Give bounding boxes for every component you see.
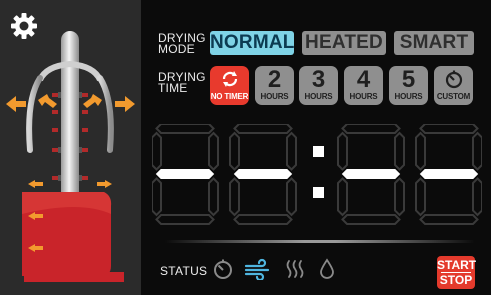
dryer-illustration-panel xyxy=(0,0,141,295)
timer-2-hours-number: 2 xyxy=(267,66,282,93)
timer-3-hours-label: HOURS xyxy=(304,92,333,101)
timer-custom-button[interactable]: CUSTOM xyxy=(434,66,473,105)
timer-icon xyxy=(214,259,232,279)
digit-3-segment-a xyxy=(341,124,401,134)
digit-3-segment-e xyxy=(337,177,348,217)
digit-4-segment-c xyxy=(472,177,482,217)
drying-mode-label: DRYING MODE xyxy=(158,32,206,56)
digit-1-segment-e xyxy=(152,177,162,217)
mode-smart-button[interactable]: SMART xyxy=(394,31,474,55)
colon-dot-bottom xyxy=(313,187,324,198)
status-label: STATUS xyxy=(160,264,208,278)
digit-4-segment-b xyxy=(472,131,482,171)
drying-time-label: DRYING TIME xyxy=(158,71,206,95)
digit-4-segment-a xyxy=(419,124,479,134)
digit-4-segment-e xyxy=(415,177,426,217)
timer-no-timer-label: NO TIMER xyxy=(210,92,249,101)
digit-1-segment-a xyxy=(155,124,215,134)
timer-5-hours-label: HOURS xyxy=(394,92,423,101)
timer-4-hours-label: HOURS xyxy=(349,92,378,101)
timer-5-hours-button[interactable]: 5 HOURS xyxy=(389,66,428,105)
digit-1-segment-d xyxy=(155,214,215,225)
digit-3-segment-c xyxy=(394,177,405,217)
digit-4-segment-f xyxy=(415,131,426,171)
digit-1-segment-f xyxy=(152,131,162,171)
digit-2-segment-g xyxy=(233,169,293,179)
drop-icon xyxy=(320,258,334,279)
drying-mode-label-line2: MODE xyxy=(158,42,195,56)
digit-1-segment-b xyxy=(208,131,219,171)
digit-4-segment-d xyxy=(419,214,479,225)
digit-1-segment-c xyxy=(208,177,219,217)
timer-2-hours-button[interactable]: 2 HOURS xyxy=(255,66,294,105)
timer-custom-label: CUSTOM xyxy=(436,92,471,101)
digit-2-segment-b xyxy=(286,131,297,171)
stop-label: STOP xyxy=(439,273,473,287)
digit-3-segment-b xyxy=(394,131,405,171)
refresh-icon xyxy=(222,71,238,87)
divider-line xyxy=(165,240,475,243)
digit-4-segment-g xyxy=(419,169,479,179)
timer-4-hours-number: 4 xyxy=(356,66,371,93)
wind-icon xyxy=(244,258,270,280)
timer-icon xyxy=(445,70,463,89)
digit-2-segment-d xyxy=(233,214,293,225)
digit-3-segment-g xyxy=(341,169,401,179)
timer-3-hours-button[interactable]: 3 HOURS xyxy=(299,66,338,105)
timer-4-hours-button[interactable]: 4 HOURS xyxy=(344,66,383,105)
drying-time-label-line2: TIME xyxy=(158,81,188,95)
timer-2-hours-label: HOURS xyxy=(260,92,289,101)
mode-heated-button[interactable]: HEATED xyxy=(302,31,386,55)
timer-3-hours-number: 3 xyxy=(311,66,326,93)
digit-2-segment-f xyxy=(229,131,240,171)
digit-1-segment-g xyxy=(155,169,215,179)
timer-no-timer-button[interactable]: NO TIMER xyxy=(210,66,249,105)
digit-3-segment-d xyxy=(341,214,401,225)
time-display xyxy=(152,124,482,225)
start-label: START xyxy=(437,258,477,272)
digit-2-segment-c xyxy=(286,177,297,217)
timer-5-hours-number: 5 xyxy=(401,66,416,93)
digit-2-segment-a xyxy=(233,124,293,134)
start-stop-button[interactable]: START STOP xyxy=(437,256,477,289)
boot-dryer-illustration xyxy=(6,31,135,282)
dryer-control-screen: DRYING MODE NORMAL HEATED SMART DRYING T… xyxy=(0,0,491,295)
digit-2-segment-e xyxy=(229,177,240,217)
digit-3-segment-f xyxy=(337,131,348,171)
mode-normal-button[interactable]: NORMAL xyxy=(210,31,294,55)
colon-dot-top xyxy=(313,146,324,157)
heat-icon xyxy=(286,260,304,278)
